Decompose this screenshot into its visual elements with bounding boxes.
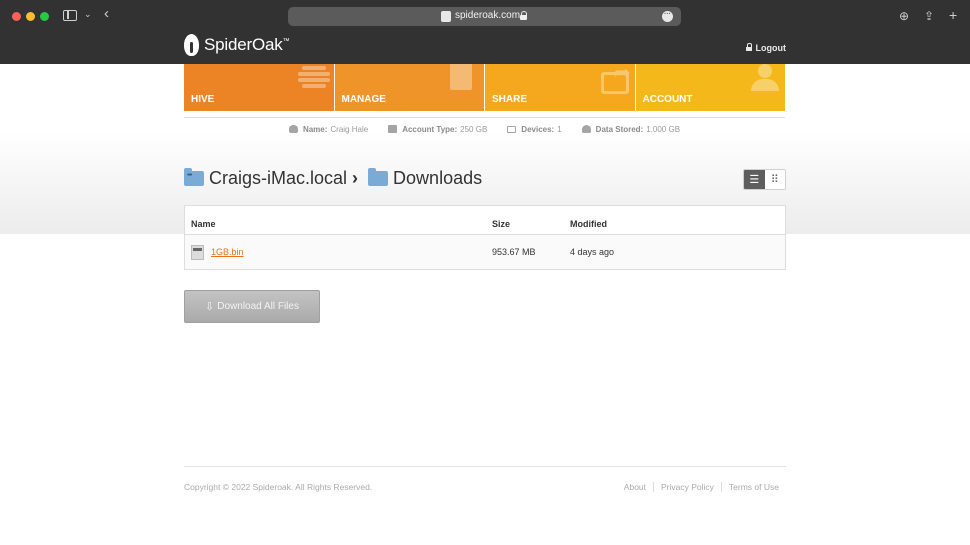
site-favicon-icon	[441, 11, 451, 22]
address-bar[interactable]: spideroak.com ···	[288, 7, 681, 26]
lock-icon	[745, 42, 752, 52]
file-modified-cell: 4 days ago	[570, 247, 615, 257]
nav-tile-label: SHARE	[492, 94, 528, 105]
nav-tile-share[interactable]: SHARE	[485, 64, 635, 111]
sidebar-toggle-icon[interactable]	[63, 10, 77, 21]
nav-tile-hive[interactable]: HIVE	[184, 64, 334, 111]
url-text: spideroak.com	[455, 10, 521, 21]
more-options-icon[interactable]: ···	[662, 11, 673, 22]
footer: Copyright © 2022 Spideroak. All Rights R…	[184, 466, 786, 492]
table-header: Name Size Modified	[185, 206, 785, 235]
view-toggle: ☰ ⠿	[743, 169, 786, 190]
column-header-name[interactable]: Name	[185, 219, 486, 229]
lock-icon	[520, 11, 527, 21]
download-all-label: Download All Files	[217, 301, 299, 312]
laptop-icon	[507, 125, 517, 133]
download-all-button[interactable]: ⇩ Download All Files	[184, 290, 320, 323]
account-info-bar: Name: Craig Hale Account Type: 250 GB De…	[184, 117, 785, 140]
share-arrow-icon	[600, 64, 631, 94]
user-icon	[749, 64, 781, 92]
account-devices: Devices: 1	[507, 125, 562, 134]
account-type: Account Type: 250 GB	[388, 125, 487, 134]
copyright-text: Copyright © 2022 Spideroak. All Rights R…	[184, 482, 373, 492]
breadcrumb-separator: ›	[352, 168, 359, 188]
brand-name: SpiderOak	[204, 35, 283, 54]
cloud-icon	[581, 125, 591, 133]
back-arrow-icon[interactable]: ‹	[104, 5, 109, 22]
person-icon	[288, 125, 298, 133]
nav-tile-label: MANAGE	[341, 94, 386, 105]
document-icon	[450, 64, 472, 90]
logout-label: Logout	[755, 43, 787, 53]
breadcrumb-folder: Downloads	[393, 168, 483, 188]
list-view-button[interactable]: ☰	[744, 170, 765, 189]
close-window-button[interactable]	[12, 12, 21, 21]
footer-link-privacy-policy[interactable]: Privacy Policy	[653, 482, 721, 492]
chevron-down-icon[interactable]: ⌄	[84, 9, 92, 20]
breadcrumb-device[interactable]: Craigs-iMac.local	[209, 168, 347, 189]
minimize-window-button[interactable]	[26, 12, 35, 21]
share-icon[interactable]: ⇪	[924, 9, 934, 23]
nav-tile-label: HIVE	[191, 94, 215, 105]
storage-icon	[388, 125, 398, 133]
download-icon[interactable]: ⊕	[899, 9, 909, 23]
main-nav: HIVE MANAGE SHARE ACCOUNT	[184, 64, 785, 111]
file-link[interactable]: 1GB.bin	[211, 247, 244, 257]
file-icon	[191, 244, 204, 260]
column-header-modified[interactable]: Modified	[564, 219, 607, 229]
spideroak-logo[interactable]: SpiderOak ™	[184, 34, 290, 56]
spideroak-logo-icon	[184, 34, 199, 56]
new-tab-icon[interactable]: +	[949, 7, 957, 23]
zoom-window-button[interactable]	[40, 12, 49, 21]
download-icon: ⇩	[205, 301, 215, 313]
logout-link[interactable]: Logout	[745, 42, 787, 53]
grid-view-button[interactable]: ⠿	[764, 170, 785, 189]
nav-tile-manage[interactable]: MANAGE	[334, 64, 484, 111]
account-name: Name: Craig Hale	[288, 125, 368, 134]
hive-icon	[297, 66, 330, 92]
browser-toolbar: ⌄ ‹ spideroak.com ··· ⊕ ⇪ + SpiderOak ™ L…	[0, 0, 970, 64]
file-name-cell: 1GB.bin	[185, 244, 486, 260]
footer-link-terms-of-use[interactable]: Terms of Use	[720, 482, 786, 492]
column-header-size[interactable]: Size	[486, 219, 564, 229]
device-folder-icon	[184, 168, 204, 186]
account-data-stored: Data Stored: 1.000 GB	[581, 125, 680, 134]
file-size-cell: 953.67 MB	[492, 247, 536, 257]
table-row[interactable]: 1GB.bin 953.67 MB 4 days ago	[185, 235, 785, 269]
nav-tile-account[interactable]: ACCOUNT	[635, 64, 785, 111]
breadcrumb: Craigs-iMac.local › Downloads	[184, 168, 482, 189]
footer-links: About Privacy Policy Terms of Use	[617, 482, 786, 492]
footer-link-about[interactable]: About	[617, 482, 653, 492]
nav-tile-label: ACCOUNT	[642, 94, 693, 105]
folder-icon	[368, 168, 389, 186]
file-table: Name Size Modified 1GB.bin 953.67 MB 4 d…	[184, 205, 786, 270]
